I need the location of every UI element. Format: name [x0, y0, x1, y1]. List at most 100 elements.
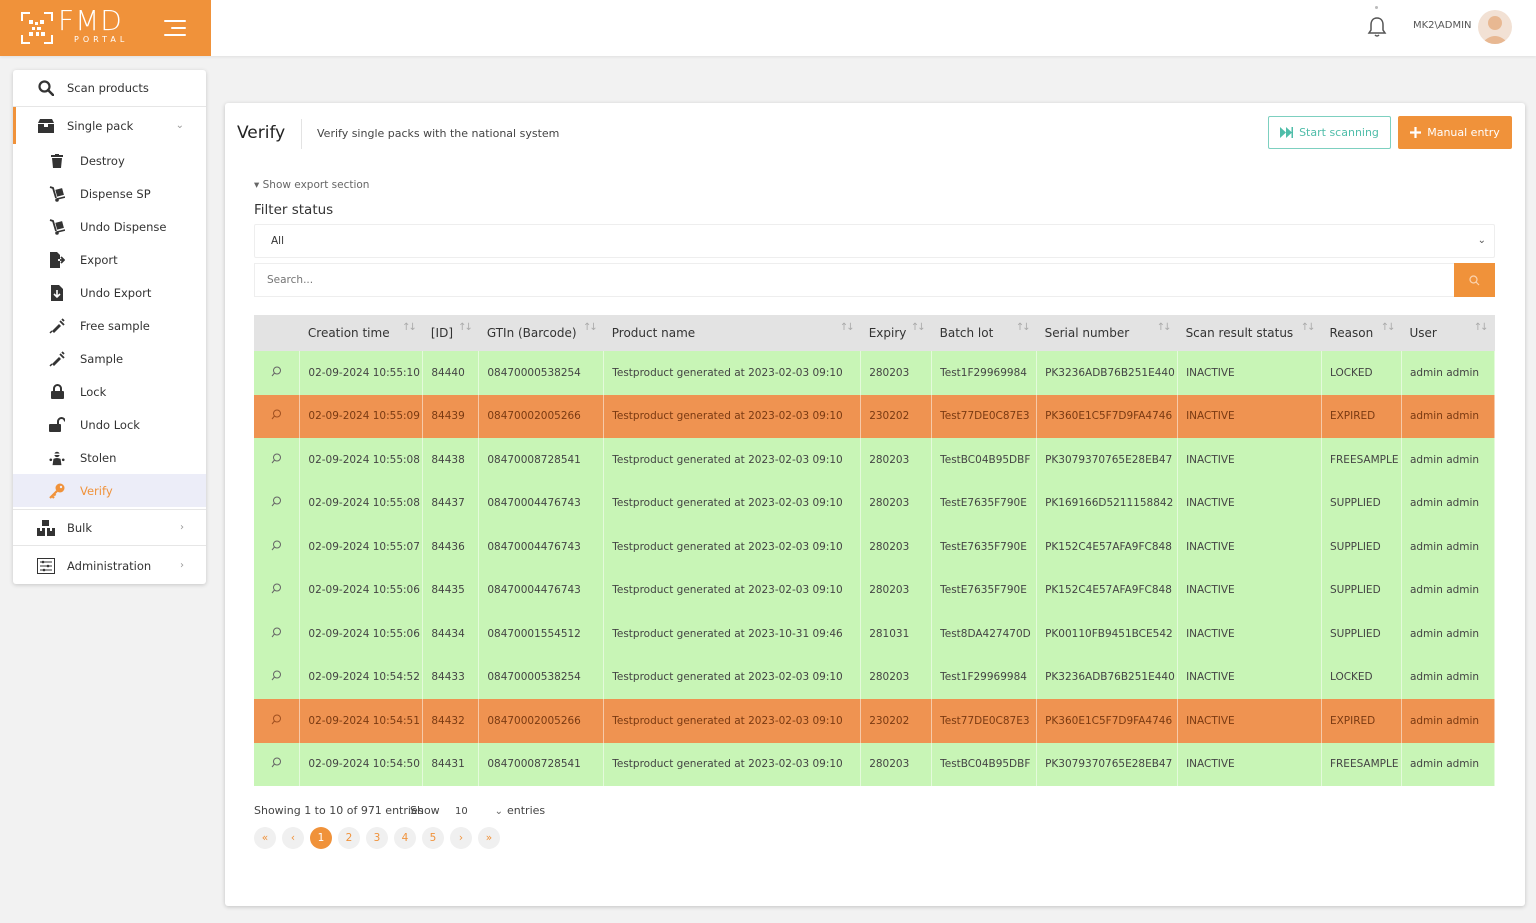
magnifier-icon[interactable]: [271, 714, 282, 725]
page-length-select[interactable]: 10 ⌄: [445, 800, 505, 822]
sidebar-item-verify[interactable]: Verify: [13, 474, 206, 507]
export-toggle-label: Show export section: [262, 179, 370, 191]
sidebar-item-scan-products[interactable]: Scan products: [13, 70, 206, 107]
bell-icon[interactable]: [1367, 16, 1387, 38]
column-header[interactable]: User ↑↓: [1401, 315, 1495, 351]
table-cell: 08470002005266: [478, 394, 605, 438]
sidebar-item-administration[interactable]: Administration ›: [13, 547, 206, 584]
last-page-button[interactable]: »: [478, 827, 500, 849]
table-cell: INACTIVE: [1177, 612, 1322, 656]
sidebar-item-stolen[interactable]: Stolen: [13, 441, 206, 474]
column-header[interactable]: Reason ↑↓: [1321, 315, 1402, 351]
next-page-button[interactable]: ›: [450, 827, 472, 849]
magnifier-icon[interactable]: [271, 366, 282, 377]
column-header[interactable]: Expiry ↑↓: [860, 315, 932, 351]
prev-page-button[interactable]: ‹: [282, 827, 304, 849]
view-details-cell[interactable]: [254, 742, 301, 786]
show-export-toggle[interactable]: ▾ Show export section: [254, 179, 369, 191]
search-button[interactable]: [1454, 263, 1495, 297]
table-cell: LOCKED: [1321, 351, 1402, 395]
table-cell: 02-09-2024 10:55:09: [299, 394, 424, 438]
table-row[interactable]: 02-09-2024 10:54:51 84432 08470002005266 Te…: [254, 699, 1496, 743]
syringe-icon: [49, 350, 65, 367]
sidebar-item-undo-export[interactable]: Undo Export: [13, 276, 206, 309]
first-page-button[interactable]: «: [254, 827, 276, 849]
magnifier-icon[interactable]: [271, 757, 282, 768]
magnifier-icon[interactable]: [271, 627, 282, 638]
sidebar-item-bulk[interactable]: Bulk ›: [13, 509, 206, 546]
column-header[interactable]: Product name ↑↓: [603, 315, 861, 351]
magnifier-icon[interactable]: [271, 453, 282, 464]
magnifier-icon[interactable]: [271, 670, 282, 681]
search-input[interactable]: [254, 263, 1454, 297]
user-name[interactable]: MK2\ADMIN: [1413, 20, 1472, 31]
table-row[interactable]: 02-09-2024 10:55:06 84434 08470001554512 Te…: [254, 612, 1496, 656]
start-scanning-button[interactable]: Start scanning: [1268, 116, 1391, 149]
column-header[interactable]: Scan result status ↑↓: [1177, 315, 1322, 351]
table-row[interactable]: 02-09-2024 10:54:50 84431 08470008728541 Te…: [254, 742, 1496, 786]
table-row[interactable]: 02-09-2024 10:55:08 84438 08470008728541 Te…: [254, 438, 1496, 482]
column-label: [ID]: [430, 326, 454, 340]
table-cell: EXPIRED: [1321, 394, 1402, 438]
view-details-cell[interactable]: [254, 394, 301, 438]
column-label: GTIn (Barcode): [486, 326, 577, 340]
manual-entry-button[interactable]: Manual entry: [1398, 116, 1512, 149]
table-header-row: Creation time ↑↓ [ID] ↑↓ GTIn (Barcode) ↑↓ …: [254, 315, 1495, 351]
magnifier-icon[interactable]: [271, 409, 282, 420]
magnifier-icon[interactable]: [271, 496, 282, 507]
sidebar-item-dispense-sp[interactable]: Dispense SP: [13, 177, 206, 210]
table-cell: 84440: [422, 351, 480, 395]
sidebar-item-export[interactable]: Export: [13, 243, 206, 276]
column-header[interactable]: Batch lot ↑↓: [931, 315, 1037, 351]
table-cell: 02-09-2024 10:55:08: [299, 481, 424, 525]
view-details-cell[interactable]: [254, 481, 301, 525]
view-details-cell[interactable]: [254, 655, 301, 699]
column-header[interactable]: GTIn (Barcode) ↑↓: [478, 315, 604, 351]
sidebar-item-destroy[interactable]: Destroy: [13, 144, 206, 177]
page-button[interactable]: 4: [394, 827, 416, 849]
table-cell: admin admin: [1401, 481, 1496, 525]
view-details-cell[interactable]: [254, 612, 301, 656]
table-cell: Testproduct generated at 2023-02-03 09:1…: [603, 699, 862, 743]
sidebar-item-label: Free sample: [80, 318, 150, 333]
column-header[interactable]: [ID] ↑↓: [422, 315, 479, 351]
plus-icon: [1410, 127, 1422, 138]
menu-toggle-icon[interactable]: [164, 20, 186, 36]
page-button[interactable]: 2: [338, 827, 360, 849]
table-cell: LOCKED: [1321, 655, 1402, 699]
table-row[interactable]: 02-09-2024 10:55:08 84437 08470004476743 Te…: [254, 481, 1496, 525]
page-button[interactable]: 1: [310, 827, 332, 849]
view-details-cell[interactable]: [254, 525, 301, 569]
table-cell: PK360E1C5F7D9FA4746: [1036, 699, 1179, 743]
magnifier-icon[interactable]: [271, 583, 282, 594]
table-cell: 08470004476743: [478, 568, 605, 612]
page-button[interactable]: 3: [366, 827, 388, 849]
column-header[interactable]: Creation time ↑↓: [299, 315, 423, 351]
sidebar-item-undo-dispense[interactable]: Undo Dispense: [13, 210, 206, 243]
avatar[interactable]: [1478, 10, 1512, 44]
view-details-cell[interactable]: [254, 699, 301, 743]
manual-entry-label: Manual entry: [1427, 126, 1500, 139]
filter-status-select[interactable]: All ⌄: [254, 224, 1495, 258]
sidebar-item-single-pack[interactable]: Single pack ⌄: [13, 107, 206, 144]
chevron-down-icon: ⌄: [494, 805, 503, 817]
admin-icon: [37, 557, 55, 575]
view-details-cell[interactable]: [254, 438, 301, 482]
page-button[interactable]: 5: [422, 827, 444, 849]
sidebar-item-lock[interactable]: Lock: [13, 375, 206, 408]
table-cell: admin admin: [1401, 742, 1496, 786]
sidebar-item-free-sample[interactable]: Free sample: [13, 309, 206, 342]
sidebar-item-undo-lock[interactable]: Undo Lock: [13, 408, 206, 441]
sidebar-item-sample[interactable]: Sample: [13, 342, 206, 375]
view-details-cell[interactable]: [254, 351, 301, 395]
sidebar: Scan products Single pack ⌄ Destroy Disp…: [13, 70, 206, 584]
view-details-cell[interactable]: [254, 568, 301, 612]
table-row[interactable]: 02-09-2024 10:55:10 84440 08470000538254 Te…: [254, 351, 1496, 395]
column-header[interactable]: Serial number ↑↓: [1036, 315, 1178, 351]
table-row[interactable]: 02-09-2024 10:55:07 84436 08470004476743 Te…: [254, 525, 1496, 569]
table-row[interactable]: 02-09-2024 10:55:06 84435 08470004476743 Te…: [254, 568, 1496, 612]
magnifier-icon[interactable]: [271, 540, 282, 551]
table-cell: INACTIVE: [1177, 699, 1322, 743]
table-row[interactable]: 02-09-2024 10:55:09 84439 08470002005266 Te…: [254, 394, 1496, 438]
table-row[interactable]: 02-09-2024 10:54:52 84433 08470000538254 Te…: [254, 655, 1496, 699]
